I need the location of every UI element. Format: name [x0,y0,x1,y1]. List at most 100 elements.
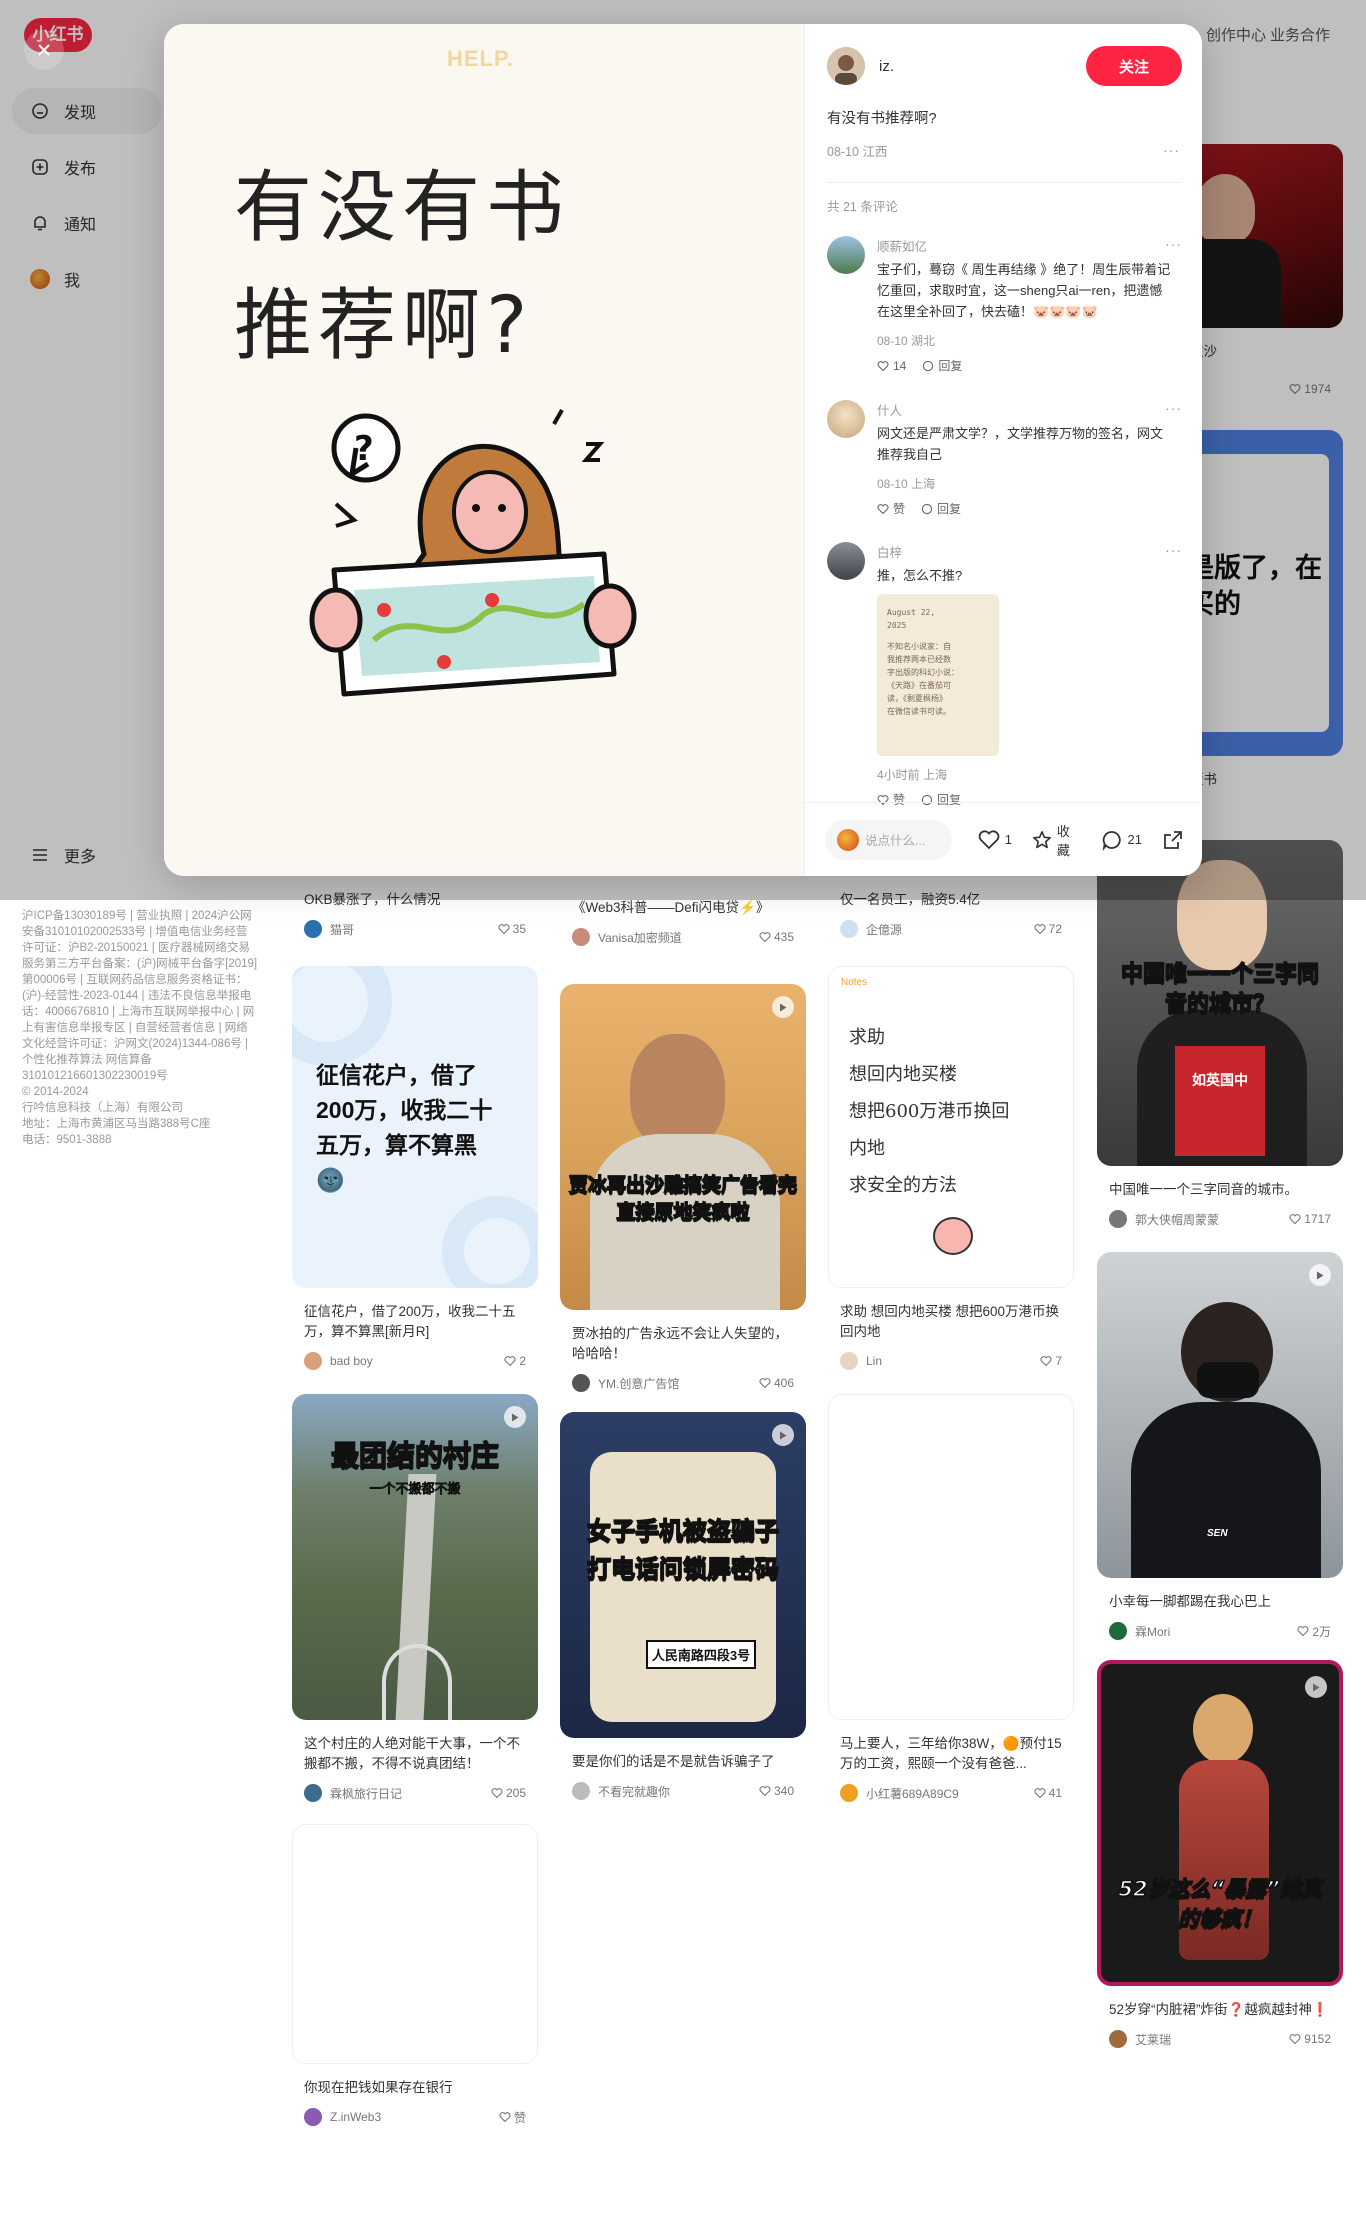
card-cover[interactable]: 贾冰再出沙雕搞笑广告看完直接原地笑疯啦 [560,984,806,1310]
author-avatar[interactable] [304,1352,322,1370]
feed-card[interactable]: 贾冰再出沙雕搞笑广告看完直接原地笑疯啦 贾冰拍的广告永远不会让人失望的，哈哈哈！… [560,984,806,1392]
comment-reply-button[interactable]: 回复 [921,500,961,517]
feed-card[interactable]: 52岁这么“暴露”她真的够疯！ 52岁穿“内脏裙”炸街❓越疯越封神❗ 艾莱瑞 91… [1097,1660,1343,2048]
author-name[interactable]: Vanisa加密频道 [598,929,759,946]
author-name[interactable]: iz. [879,58,1086,75]
author-avatar[interactable] [1109,2030,1127,2048]
card-title[interactable]: 征信花户，借了200万，收我二十五万，算不算黑[新月R] [304,1302,526,1342]
feed-card[interactable]: SEN 小幸每一脚都踢在我心巴上 霖Mori 2万 [1097,1252,1343,1640]
comment-input[interactable]: 说点什么... [825,819,952,860]
card-title[interactable]: 这个村庄的人绝对能干大事，一个不搬都不搬，不得不说真团结！ [304,1734,526,1774]
comment-author[interactable]: 顺薪如亿 [877,236,1172,255]
comment-more-icon[interactable]: ··· [1165,542,1182,558]
author-avatar[interactable] [304,2108,322,2126]
post-more-icon[interactable]: ··· [1163,142,1180,158]
author-avatar[interactable] [304,920,322,938]
author-name[interactable]: 猫哥 [330,921,498,938]
card-title[interactable]: 中国唯一一个三字同音的城市。 [1109,1180,1331,1200]
card-cover[interactable]: 52岁这么“暴露”她真的够疯！ [1097,1660,1343,1986]
author-avatar[interactable] [1109,1622,1127,1640]
follow-button[interactable]: 关注 [1086,46,1182,86]
card-cover[interactable]: 女子手机被盗骗子打电话问锁屏密码 人民南路四段3号 [560,1412,806,1738]
feed-card[interactable]: 你现在把钱如果存在银行 Z.inWeb3 赞 [292,1824,538,2126]
note-image[interactable]: HELP. 有没有书 推荐啊? ? [164,24,804,876]
card-title[interactable]: 求助 想回内地买楼 想把600万港币换回内地 [840,1302,1062,1342]
like-count[interactable]: 1717 [1289,1212,1331,1226]
card-title[interactable]: 你现在把钱如果存在银行 [304,2078,526,2098]
author-name[interactable]: 不看完就趣你 [598,1783,759,1800]
comments-button[interactable]: 21 [1101,829,1142,851]
comment-author[interactable]: 什人 [877,400,1172,419]
card-title[interactable]: 要是你们的话是不是就告诉骗子了 [572,1752,794,1772]
card-title[interactable]: 《Web3科普——Defi闪电贷⚡️》 [572,898,794,918]
like-count[interactable]: 205 [491,1786,526,1800]
play-icon[interactable] [1305,1676,1327,1698]
card-cover[interactable] [292,1824,538,2064]
author-name[interactable]: YM.创意广告馆 [598,1375,759,1392]
author-avatar[interactable] [840,1784,858,1802]
author-name[interactable]: bad boy [330,1354,504,1368]
comment-more-icon[interactable]: ··· [1165,400,1182,416]
play-icon[interactable] [1309,1264,1331,1286]
comment-reply-button[interactable]: 回复 [922,357,962,374]
play-icon[interactable] [772,996,794,1018]
author-avatar[interactable] [572,1374,590,1392]
card-cover-text: 征信花户，借了200万，收我二十五万，算不算黑🌚 [316,1062,493,1193]
play-icon[interactable] [504,1406,526,1428]
card-title[interactable]: 小幸每一脚都踢在我心巴上 [1109,1592,1331,1612]
like-count[interactable]: 35 [498,922,526,936]
feed-card[interactable]: 马上要人，三年给你38W，🟠预付15万的工资，熙颐一个没有爸爸... 小红薯68… [828,1394,1074,1802]
comment-image[interactable]: August 22, 2025 不知名小说家：自 我推荐两本已经数 字出版的科幻… [877,594,999,756]
card-cover[interactable]: Notes 求助 想回内地买楼 想把600万港币换回 内地 求安全的方法 [828,966,1074,1288]
author-name[interactable]: 郭大侠帽周蒙蒙 [1135,1211,1289,1228]
comment-avatar[interactable] [827,542,865,580]
author-name[interactable]: 企億源 [866,921,1034,938]
card-cover[interactable]: 最团结的村庄 一个不搬都不搬 [292,1394,538,1720]
author-name[interactable]: 小红薯689A89C9 [866,1785,1034,1802]
like-count[interactable]: 7 [1040,1354,1062,1368]
card-title[interactable]: 马上要人，三年给你38W，🟠预付15万的工资，熙颐一个没有爸爸... [840,1734,1062,1774]
collect-button[interactable]: 收藏 [1032,821,1081,859]
author-avatar[interactable] [572,1782,590,1800]
like-count[interactable]: 435 [759,930,794,944]
feed-card[interactable]: 征信花户，借了200万，收我二十五万，算不算黑🌚 征信花户，借了200万，收我二… [292,966,538,1370]
author-avatar[interactable] [840,1352,858,1370]
card-title[interactable]: 贾冰拍的广告永远不会让人失望的，哈哈哈！ [572,1324,794,1364]
author-name[interactable]: 霖枫旅行日记 [330,1785,491,1802]
author-avatar[interactable] [840,920,858,938]
share-button[interactable] [1162,829,1184,851]
comment-author[interactable]: 白梓 [877,542,1172,561]
play-icon[interactable] [772,1424,794,1446]
like-count[interactable]: 340 [759,1784,794,1798]
author-avatar[interactable] [572,928,590,946]
like-count[interactable]: 2万 [1297,1623,1331,1640]
author-avatar[interactable] [1109,1210,1127,1228]
feed-card[interactable]: Notes 求助 想回内地买楼 想把600万港币换回 内地 求安全的方法 求助 … [828,966,1074,1370]
author-name[interactable]: Lin [866,1354,1040,1368]
like-count[interactable]: 2 [504,1354,526,1368]
like-count[interactable]: 72 [1034,922,1062,936]
author-avatar[interactable] [304,1784,322,1802]
like-count[interactable]: 406 [759,1376,794,1390]
author-name[interactable]: Z.inWeb3 [330,2110,499,2124]
like-count[interactable]: 赞 [499,2109,526,2126]
like-count[interactable]: 9152 [1289,2032,1331,2046]
like-button[interactable]: 1 [978,829,1012,850]
comment-like-button[interactable]: 赞 [877,500,905,517]
comment-more-icon[interactable]: ··· [1165,236,1182,252]
comment-avatar[interactable] [827,236,865,274]
feed-card[interactable]: 最团结的村庄 一个不搬都不搬 这个村庄的人绝对能干大事，一个不搬都不搬，不得不说… [292,1394,538,1802]
comment-like-button[interactable]: 14 [877,359,906,373]
comment-avatar[interactable] [827,400,865,438]
card-cover[interactable]: SEN [1097,1252,1343,1578]
card-cover[interactable]: 征信花户，借了200万，收我二十五万，算不算黑🌚 [292,966,538,1288]
like-count[interactable]: 41 [1034,1786,1062,1800]
author-avatar[interactable] [827,47,865,85]
card-cover[interactable] [828,1394,1074,1720]
heart-icon [1040,1356,1052,1367]
close-button[interactable] [24,30,64,70]
feed-card[interactable]: 女子手机被盗骗子打电话问锁屏密码 人民南路四段3号 要是你们的话是不是就告诉骗子… [560,1412,806,1800]
card-title[interactable]: 52岁穿“内脏裙”炸街❓越疯越封神❗ [1109,2000,1331,2020]
author-name[interactable]: 艾莱瑞 [1135,2031,1289,2048]
author-name[interactable]: 霖Mori [1135,1623,1297,1640]
